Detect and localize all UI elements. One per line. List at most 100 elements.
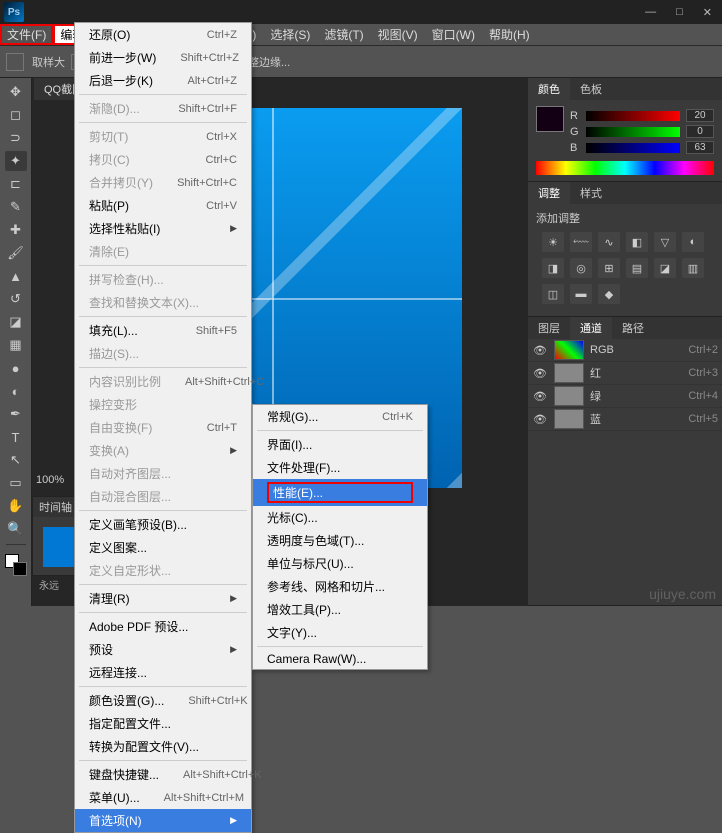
- menu-view[interactable]: 视图(V): [371, 24, 425, 45]
- menu-item[interactable]: 预设▶: [75, 638, 251, 661]
- menu-item[interactable]: 转换为配置文件(V)...: [75, 735, 251, 758]
- path-tool[interactable]: ↖: [5, 450, 27, 470]
- menu-item: 操控变形: [75, 393, 251, 416]
- r-value[interactable]: 20: [686, 109, 714, 122]
- healing-tool[interactable]: ✚: [5, 220, 27, 240]
- history-brush-tool[interactable]: ↺: [5, 289, 27, 309]
- g-slider[interactable]: [586, 127, 680, 137]
- adjust-selective-icon[interactable]: ◆: [598, 284, 620, 304]
- menu-item[interactable]: 菜单(U)...Alt+Shift+Ctrl+M: [75, 786, 251, 809]
- tab-paths[interactable]: 路径: [612, 317, 654, 339]
- menu-item[interactable]: 颜色设置(G)...Shift+Ctrl+K: [75, 689, 251, 712]
- menu-item[interactable]: 清理(R)▶: [75, 587, 251, 610]
- adjust-gradient-map-icon[interactable]: ▬: [570, 284, 592, 304]
- eraser-tool[interactable]: ◪: [5, 312, 27, 332]
- menu-item[interactable]: 指定配置文件...: [75, 712, 251, 735]
- shape-tool[interactable]: ▭: [5, 473, 27, 493]
- spectrum-bar[interactable]: [536, 161, 714, 175]
- menu-filter[interactable]: 滤镜(T): [317, 24, 370, 45]
- type-tool[interactable]: T: [5, 427, 27, 447]
- move-tool[interactable]: ✥: [5, 82, 27, 102]
- menu-item[interactable]: 文字(Y)...: [253, 621, 427, 644]
- maximize-button[interactable]: □: [670, 6, 689, 19]
- menu-item[interactable]: 界面(I)...: [253, 433, 427, 456]
- pen-tool[interactable]: ✒: [5, 404, 27, 424]
- menu-item[interactable]: 选择性粘贴(I)▶: [75, 217, 251, 240]
- menu-item[interactable]: 性能(E)...: [253, 479, 427, 506]
- channel-row[interactable]: 👁红Ctrl+3: [528, 362, 722, 385]
- adjustments-title: 添加调整: [536, 210, 714, 226]
- adjust-brightness-icon[interactable]: ☀: [542, 232, 564, 252]
- menu-item[interactable]: 首选项(N)▶: [75, 809, 251, 832]
- lasso-tool[interactable]: ⊃: [5, 128, 27, 148]
- menu-item[interactable]: 文件处理(F)...: [253, 456, 427, 479]
- adjust-posterize-icon[interactable]: ▥: [682, 258, 704, 278]
- tab-adjustments[interactable]: 调整: [528, 182, 570, 204]
- menu-item[interactable]: 远程连接...: [75, 661, 251, 684]
- menu-item[interactable]: 还原(O)Ctrl+Z: [75, 23, 251, 46]
- r-slider[interactable]: [586, 111, 680, 121]
- tab-styles[interactable]: 样式: [570, 182, 612, 204]
- gradient-tool[interactable]: ▦: [5, 335, 27, 355]
- zoom-tool[interactable]: 🔍: [5, 519, 27, 539]
- adjust-vibrance-icon[interactable]: ▽: [654, 232, 676, 252]
- crop-tool[interactable]: ⊏: [5, 174, 27, 194]
- minimize-button[interactable]: —: [639, 6, 662, 19]
- tab-color[interactable]: 颜色: [528, 78, 570, 100]
- wand-tool[interactable]: ✦: [5, 151, 27, 171]
- menu-item[interactable]: 定义图案...: [75, 536, 251, 559]
- menu-item[interactable]: 光标(C)...: [253, 506, 427, 529]
- adjust-invert-icon[interactable]: ◪: [654, 258, 676, 278]
- adjust-threshold-icon[interactable]: ◫: [542, 284, 564, 304]
- stamp-tool[interactable]: ▲: [5, 266, 27, 286]
- channel-row[interactable]: 👁蓝Ctrl+5: [528, 408, 722, 431]
- color-swatches[interactable]: [5, 554, 27, 576]
- menu-item[interactable]: 常规(G)...Ctrl+K: [253, 405, 427, 428]
- menu-item[interactable]: 透明度与色域(T)...: [253, 529, 427, 552]
- menu-item[interactable]: 单位与标尺(U)...: [253, 552, 427, 575]
- menu-file[interactable]: 文件(F): [0, 24, 53, 45]
- menu-item[interactable]: Adobe PDF 预设...: [75, 615, 251, 638]
- adjust-bw-icon[interactable]: ◨: [542, 258, 564, 278]
- menu-item[interactable]: 填充(L)...Shift+F5: [75, 319, 251, 342]
- visibility-icon[interactable]: 👁: [532, 413, 548, 426]
- tab-swatches[interactable]: 色板: [570, 78, 612, 100]
- menu-item[interactable]: 粘贴(P)Ctrl+V: [75, 194, 251, 217]
- visibility-icon[interactable]: 👁: [532, 344, 548, 357]
- menu-item[interactable]: 定义画笔预设(B)...: [75, 513, 251, 536]
- close-button[interactable]: ✕: [697, 6, 718, 19]
- color-preview[interactable]: [536, 106, 564, 132]
- menu-item[interactable]: Camera Raw(W)...: [253, 649, 427, 669]
- tab-channels[interactable]: 通道: [570, 317, 612, 339]
- tab-layers[interactable]: 图层: [528, 317, 570, 339]
- adjust-levels-icon[interactable]: ⬳: [570, 232, 592, 252]
- adjust-hue-icon[interactable]: ◐: [682, 232, 704, 252]
- brush-tool[interactable]: 🖌: [5, 243, 27, 263]
- menu-item[interactable]: 前进一步(W)Shift+Ctrl+Z: [75, 46, 251, 69]
- b-slider[interactable]: [586, 143, 680, 153]
- adjust-photo-filter-icon[interactable]: ◎: [570, 258, 592, 278]
- visibility-icon[interactable]: 👁: [532, 367, 548, 380]
- adjust-exposure-icon[interactable]: ◧: [626, 232, 648, 252]
- channel-row[interactable]: 👁绿Ctrl+4: [528, 385, 722, 408]
- adjust-channel-mixer-icon[interactable]: ⊞: [598, 258, 620, 278]
- tool-icon[interactable]: [6, 53, 24, 71]
- adjust-curves-icon[interactable]: ∿: [598, 232, 620, 252]
- menu-item[interactable]: 参考线、网格和切片...: [253, 575, 427, 598]
- dodge-tool[interactable]: ◐: [5, 381, 27, 401]
- g-value[interactable]: 0: [686, 125, 714, 138]
- menu-window[interactable]: 窗口(W): [425, 24, 482, 45]
- menu-help[interactable]: 帮助(H): [482, 24, 537, 45]
- visibility-icon[interactable]: 👁: [532, 390, 548, 403]
- menu-item[interactable]: 后退一步(K)Alt+Ctrl+Z: [75, 69, 251, 92]
- eyedropper-tool[interactable]: ✎: [5, 197, 27, 217]
- menu-item[interactable]: 增效工具(P)...: [253, 598, 427, 621]
- b-value[interactable]: 63: [686, 141, 714, 154]
- menu-item[interactable]: 键盘快捷键...Alt+Shift+Ctrl+K: [75, 763, 251, 786]
- adjust-lookup-icon[interactable]: ▤: [626, 258, 648, 278]
- hand-tool[interactable]: ✋: [5, 496, 27, 516]
- marquee-tool[interactable]: ◻: [5, 105, 27, 125]
- menu-select[interactable]: 选择(S): [263, 24, 317, 45]
- channel-row[interactable]: 👁RGBCtrl+2: [528, 339, 722, 362]
- blur-tool[interactable]: ●: [5, 358, 27, 378]
